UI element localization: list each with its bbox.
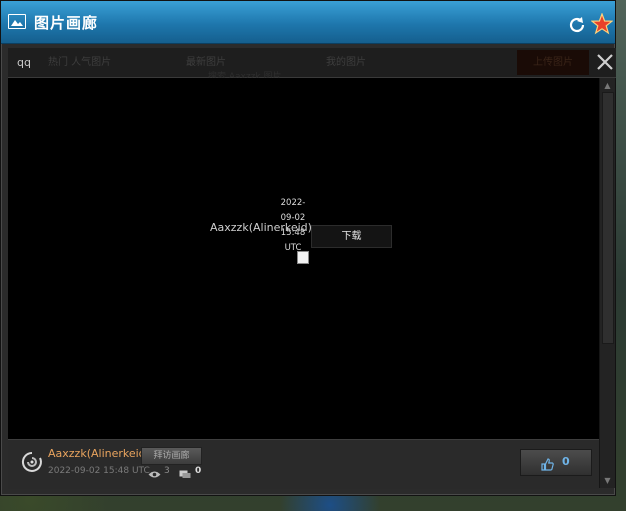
scroll-up-icon[interactable]: ▲ [603, 81, 612, 90]
post-timestamp: 2022-09-02 15:48 UTC [48, 466, 150, 476]
image-viewer[interactable]: Aaxzzk(Alinerkeid) 2022- 09-02 15:48 UTC… [8, 78, 599, 439]
upload-button[interactable]: 上传图片 [517, 50, 589, 75]
avatar-icon [20, 450, 44, 474]
date-line: 15:48 [280, 228, 306, 238]
image-info-bar: Aaxzzk(Alinerkeid) 拜访画廊 2022-09-02 15:48… [8, 439, 599, 489]
window-title: 图片画廊 [34, 14, 99, 32]
tab-bar: qq 热门 人气图片 最新图片 我的图片 搜索 Aaxzzk 图片 上传图片 [8, 48, 617, 82]
date-line: 09-02 [280, 213, 306, 223]
image-date-label: 2022- 09-02 15:48 UTC [276, 196, 310, 256]
title-bar: 图片画廊 [1, 1, 615, 44]
date-line: 2022- [280, 198, 306, 208]
like-count: 0 [562, 455, 570, 468]
scroll-down-icon[interactable]: ▼ [603, 476, 612, 485]
close-icon[interactable] [593, 50, 617, 74]
tab-qq[interactable]: qq [17, 48, 31, 77]
gallery-window: 图片画廊 qq 热门 人气图片 最新图片 我的图片 搜索 Aaxzzk 图片 上… [0, 0, 616, 496]
tab-mine[interactable]: 我的图片 [326, 48, 366, 77]
refresh-icon[interactable] [567, 15, 587, 35]
visit-gallery-button[interactable]: 拜访画廊 [141, 447, 202, 465]
scrollbar[interactable]: ▲ ▼ [599, 78, 615, 488]
star-icon[interactable] [590, 12, 614, 35]
view-count: 3 [164, 466, 170, 476]
comment-icon [179, 465, 191, 478]
scroll-thumb[interactable] [602, 92, 614, 344]
author-name[interactable]: Aaxzzk(Alinerkeid) [48, 447, 150, 460]
broken-image-icon [297, 251, 309, 264]
tab-hot[interactable]: 热门 人气图片 [48, 48, 111, 77]
download-button[interactable]: 下载 [311, 225, 392, 248]
like-button[interactable]: 0 [520, 449, 592, 476]
thumbs-up-icon [541, 456, 554, 471]
eye-icon [148, 464, 161, 478]
picture-icon [8, 14, 26, 29]
comment-count: 0 [195, 466, 202, 476]
